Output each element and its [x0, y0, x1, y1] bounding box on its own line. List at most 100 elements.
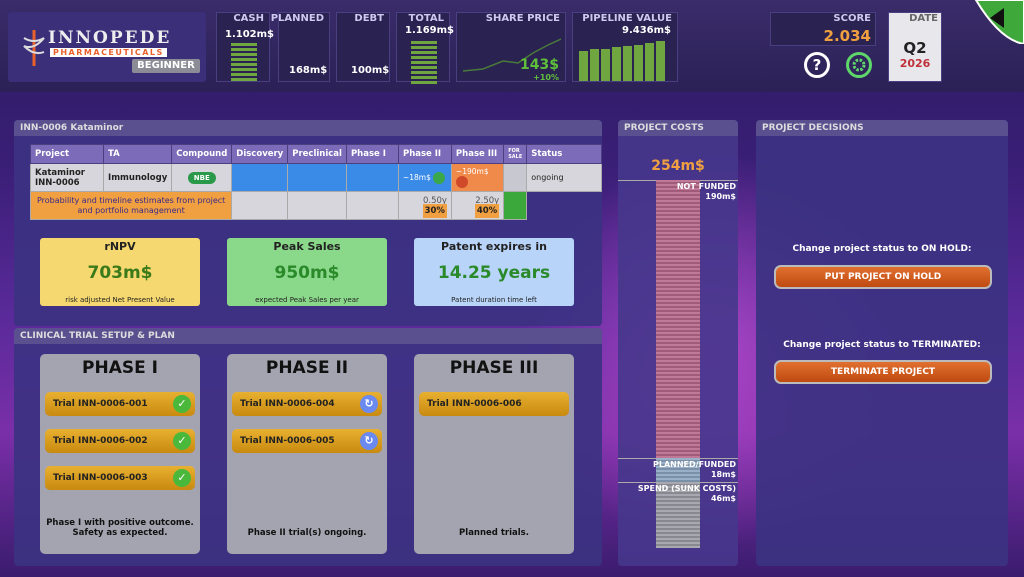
- check-icon: ✓: [173, 395, 191, 413]
- phase1-note: Phase I with positive outcome. Safety as…: [46, 518, 194, 538]
- discovery-bar: [231, 163, 289, 192]
- gear-icon: [852, 58, 866, 72]
- score-label: SCORE: [833, 13, 871, 24]
- col-compound: Compound: [171, 144, 233, 164]
- trials-header: CLINICAL TRIAL SETUP & PLAN: [14, 328, 602, 344]
- rnpv-value: 703m$: [87, 263, 153, 283]
- project-status: ongoing: [526, 163, 602, 192]
- not-funded-bar: [656, 180, 700, 458]
- phase1-card: PHASE I Trial INN-0006-001 ✓ Trial INN-00…: [40, 354, 200, 554]
- col-phase3: Phase III: [450, 144, 505, 164]
- planned-value: 168m$: [289, 65, 328, 76]
- project-name: Kataminor INN-0006: [29, 163, 105, 192]
- share-price-change: +10%: [533, 73, 559, 82]
- costs-header: PROJECT COSTS: [618, 120, 738, 136]
- pipeline-value: 9.436m$: [621, 25, 671, 36]
- help-button[interactable]: ?: [804, 52, 830, 78]
- company-logo: INNOPEDE PHARMACEUTICALS BEGINNER: [8, 12, 206, 82]
- phase3-note: Planned trials.: [459, 528, 529, 538]
- total-value: 1.169m$: [405, 25, 455, 36]
- share-price-value: 143$: [520, 57, 559, 73]
- trial-item[interactable]: Trial INN-0006-003 ✓: [45, 466, 195, 490]
- company-subtitle: PHARMACEUTICALS: [50, 48, 167, 57]
- trial-label: Trial INN-0006-002: [53, 436, 148, 446]
- not-funded-label: NOT FUNDED: [676, 182, 736, 191]
- trial-item[interactable]: Trial INN-0006-001 ✓: [45, 392, 195, 416]
- back-button[interactable]: [960, 0, 1024, 44]
- score-box[interactable]: SCORE 2.034: [770, 12, 876, 46]
- patent-subtitle: Patent duration time left: [451, 296, 537, 304]
- trial-item[interactable]: Trial INN-0006-002 ✓: [45, 429, 195, 453]
- settings-button[interactable]: [846, 52, 872, 78]
- phase3-title: PHASE III: [449, 358, 539, 378]
- phase2-estimate: 0.50y 30%: [397, 191, 452, 220]
- planned-funded-label: PLANNED/FUNDED: [653, 460, 736, 469]
- costs-panel: PROJECT COSTS 254m$ NOT FUNDED 190m$ PLA…: [618, 120, 738, 566]
- phase3-cell: ~190m$: [450, 163, 505, 192]
- phase2-title: PHASE II: [265, 358, 349, 378]
- pipeline-label: PIPELINE VALUE: [582, 13, 672, 24]
- table-row[interactable]: Kataminor INN-0006 Immunology NBE ~18m$ …: [29, 163, 602, 192]
- decisions-panel: PROJECT DECISIONS Change project status …: [756, 120, 1008, 566]
- trials-panel: CLINICAL TRIAL SETUP & PLAN PHASE I Tria…: [14, 328, 602, 566]
- cash-label: CASH: [233, 13, 264, 24]
- put-on-hold-button[interactable]: PUT PROJECT ON HOLD: [774, 265, 992, 289]
- help-icon: ?: [812, 56, 822, 74]
- phase1-title: PHASE I: [82, 358, 158, 378]
- phase3-card: PHASE III Trial INN-0006-006 Planned tri…: [414, 354, 574, 554]
- decisions-header: PROJECT DECISIONS: [756, 120, 1008, 136]
- terminate-button[interactable]: TERMINATE PROJECT: [774, 360, 992, 384]
- total-bars: [411, 41, 437, 84]
- project-table: Project TA Compound Discovery Preclinica…: [29, 144, 602, 220]
- trial-label: Trial INN-0006-001: [53, 399, 148, 409]
- col-preclinical: Preclinical: [287, 144, 347, 164]
- rnpv-subtitle: risk adjusted Net Present Value: [65, 296, 175, 304]
- date-label: DATE: [909, 13, 938, 24]
- col-discovery: Discovery: [231, 144, 289, 164]
- trial-item[interactable]: Trial INN-0006-006: [419, 392, 569, 416]
- hold-label: Change project status to ON HOLD:: [792, 244, 972, 254]
- phase2-cell: ~18m$: [397, 163, 452, 192]
- col-for-sale: FOR SALE: [503, 144, 528, 164]
- compound-badge: NBE: [187, 171, 216, 184]
- cash-kpi[interactable]: CASH 1.102m$: [216, 12, 274, 82]
- trial-label: Trial INN-0006-003: [53, 473, 148, 483]
- rnpv-card: rNPV 703m$ risk adjusted Net Present Val…: [40, 238, 200, 306]
- project-panel: INN-0006 Kataminor Project TA Compound D…: [14, 120, 602, 326]
- score-value: 2.034: [823, 27, 871, 45]
- col-phase1: Phase I: [345, 144, 399, 164]
- trial-item[interactable]: Trial INN-0006-005 ↻: [232, 429, 382, 453]
- pipeline-kpi[interactable]: PIPELINE VALUE 9.436m$: [572, 12, 678, 82]
- peak-sales-title: Peak Sales: [273, 240, 341, 253]
- phase3-probability: 40%: [474, 203, 500, 218]
- planned-label: PLANNED: [270, 13, 324, 24]
- phase3-estimate: 2.50y 40%: [450, 191, 505, 220]
- date-box: DATE Q2 2026: [888, 12, 942, 82]
- share-price-kpi[interactable]: SHARE PRICE 143$ +10%: [456, 12, 566, 82]
- money-bag-icon: [455, 176, 468, 188]
- debt-value: 100m$: [351, 65, 390, 76]
- difficulty-badge: BEGINNER: [132, 59, 200, 73]
- col-status: Status: [526, 144, 602, 164]
- debt-label: DEBT: [354, 13, 384, 24]
- patent-value: 14.25 years: [437, 263, 551, 283]
- spend-value: 46m$: [710, 494, 736, 503]
- date-quarter: Q2: [903, 39, 927, 57]
- share-price-label: SHARE PRICE: [485, 13, 560, 24]
- not-funded-value: 190m$: [705, 192, 736, 201]
- debt-kpi[interactable]: DEBT 100m$: [336, 12, 390, 82]
- planned-kpi[interactable]: PLANNED 168m$: [271, 12, 330, 82]
- caduceus-icon: [23, 30, 45, 66]
- trial-item[interactable]: Trial INN-0006-004 ↻: [232, 392, 382, 416]
- peak-sales-value: 950m$: [274, 263, 340, 283]
- refresh-icon: ↻: [360, 432, 378, 450]
- trial-label: Trial INN-0006-004: [240, 399, 335, 409]
- total-kpi[interactable]: TOTAL 1.169m$: [396, 12, 454, 84]
- project-header: INN-0006 Kataminor: [14, 120, 602, 136]
- phase2-probability: 30%: [422, 203, 447, 218]
- for-sale-checkbox[interactable]: [503, 163, 528, 192]
- col-phase2: Phase II: [397, 144, 452, 164]
- total-label: TOTAL: [408, 13, 444, 24]
- phase2-cost: ~18m$: [402, 172, 431, 182]
- cash-value: 1.102m$: [225, 29, 275, 40]
